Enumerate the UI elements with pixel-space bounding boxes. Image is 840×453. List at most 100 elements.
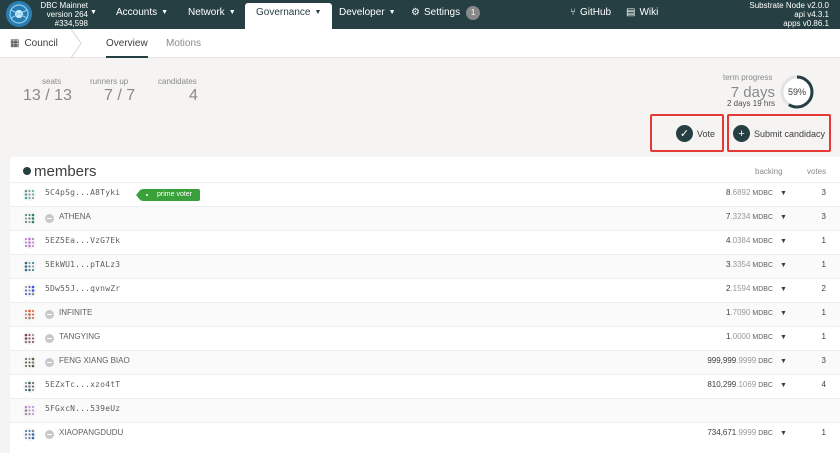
chain-logo[interactable] [6, 1, 32, 27]
balance-fraction: .7090 [730, 308, 751, 317]
votes-count: 4 [821, 380, 826, 389]
votes-count: 3 [821, 356, 826, 365]
account-address[interactable]: 5C4pSg...A8Tyki [45, 188, 120, 197]
identity-minus-icon [45, 310, 54, 319]
account-name[interactable]: ATHENA [59, 212, 91, 221]
identicon-icon[interactable] [23, 188, 36, 201]
nav-wiki-label: Wiki [639, 7, 659, 18]
backing-balance: 1.0000 MDBC [726, 332, 773, 341]
identicon-icon[interactable] [23, 284, 36, 297]
backing-expand-caret-icon[interactable]: ▼ [780, 214, 787, 221]
submit-candidacy-button[interactable]: + Submit candidacy [733, 125, 825, 142]
backing-expand-caret-icon[interactable]: ▼ [780, 262, 787, 269]
table-row: 5C4pSg...A8Tyki prime voter 8.6892 MDBC ▼ 3 [10, 182, 840, 206]
identicon-icon[interactable] [23, 404, 36, 417]
account-address[interactable]: 5FGxcN...539eUz [45, 404, 120, 413]
account-name[interactable]: XIAOPANGDUDU [59, 428, 123, 437]
identicon-icon[interactable] [23, 236, 36, 249]
balance-fraction: .1069 [736, 380, 757, 389]
nav-settings[interactable]: ⚙ Settings 1 [411, 0, 481, 29]
backing-expand-caret-icon[interactable]: ▼ [780, 430, 787, 437]
caret-down-icon: ▼ [161, 9, 169, 16]
backing-expand-caret-icon[interactable]: ▼ [780, 334, 787, 341]
identicon-icon[interactable] [23, 260, 36, 273]
account-address[interactable]: 5EZ5Ea...VzG7Ek [45, 236, 120, 245]
section-title: Council [24, 38, 58, 49]
account-name[interactable]: INFINITE [59, 308, 92, 317]
block-number: #334,598 [54, 19, 88, 28]
nav-wiki[interactable]: ▤ Wiki [626, 0, 658, 29]
vote-button[interactable]: ✓ Vote [676, 125, 715, 142]
identicon-icon[interactable] [23, 212, 36, 225]
identicon-icon[interactable] [23, 356, 36, 369]
identity-minus-icon [45, 358, 54, 367]
table-row: 5FGxcN...539eUz [10, 398, 840, 422]
backing-expand-caret-icon[interactable]: ▼ [780, 310, 787, 317]
nav-governance[interactable]: Governance ▼ [245, 3, 333, 29]
vote-button-label: Vote [697, 128, 716, 139]
apps-version: apps v0.86.1 [783, 19, 829, 28]
backing-expand-caret-icon[interactable]: ▼ [780, 238, 787, 245]
balance-whole: 734,671 [707, 428, 737, 437]
votes-count: 1 [821, 332, 826, 341]
nav-accounts-label: Accounts [116, 7, 158, 18]
seats-label: seats [42, 77, 62, 86]
backing-expand-caret-icon[interactable]: ▼ [780, 286, 787, 293]
votes-count: 1 [821, 260, 826, 269]
votes-count: 3 [821, 188, 826, 197]
backing-balance: 3.3354 MDBC [726, 260, 773, 269]
tab-overview[interactable]: Overview [106, 29, 148, 58]
table-row: XIAOPANGDUDU 734,671.9999 DBC ▼ 1 [10, 422, 840, 446]
backing-balance: 4.0384 MDBC [726, 236, 773, 245]
balance-whole: 999,999 [707, 356, 737, 365]
members-dot-icon [23, 167, 31, 175]
identicon-icon[interactable] [23, 428, 36, 441]
term-remaining: 2 days 19 hrs [726, 99, 775, 108]
members-title: members [34, 163, 97, 180]
node-version: Substrate Node v2.0.0 [749, 1, 829, 10]
book-icon: ▤ [626, 7, 636, 18]
balance-fraction: .0384 [730, 236, 751, 245]
balance-fraction: .3354 [730, 260, 751, 269]
nav-network[interactable]: Network ▼ [188, 0, 236, 29]
chain-caret-down-icon[interactable]: ▼ [90, 9, 97, 16]
nav-developer[interactable]: Developer ▼ [339, 0, 396, 29]
runners-up-value: 7 / 7 [104, 87, 136, 104]
identicon-icon[interactable] [23, 332, 36, 345]
backing-balance: 8.6892 MDBC [726, 188, 773, 197]
caret-down-icon: ▼ [388, 9, 396, 16]
nav-accounts[interactable]: Accounts ▼ [116, 0, 168, 29]
account-address[interactable]: 5EZxTc...xzo4tT [45, 380, 120, 389]
balance-unit: MDBC [750, 334, 773, 341]
balance-whole: 810,299 [707, 380, 737, 389]
backing-balance: 734,671.9999 DBC [707, 428, 773, 437]
members-table: members backing votes 5C4pSg...A8Tyki pri… [10, 157, 840, 453]
votes-count: 1 [821, 236, 826, 245]
identicon-icon[interactable] [23, 380, 36, 393]
nav-settings-label: Settings [423, 7, 461, 18]
account-address[interactable]: 5EkWU1...pTALz3 [45, 260, 120, 269]
backing-balance: 2.1594 MDBC [726, 284, 773, 293]
nav-github[interactable]: ⑂ GitHub [570, 0, 611, 29]
account-address[interactable]: 5Dw55J...qvnwZr [45, 284, 120, 293]
votes-count: 1 [821, 428, 826, 437]
votes-column-header: votes [807, 167, 827, 176]
backing-balance: 7.3234 MDBC [726, 212, 773, 221]
backing-expand-caret-icon[interactable]: ▼ [780, 382, 787, 389]
identicon-icon[interactable] [23, 308, 36, 321]
votes-count: 2 [821, 284, 826, 293]
backing-expand-caret-icon[interactable]: ▼ [780, 358, 787, 365]
plus-icon: + [733, 125, 750, 142]
account-name[interactable]: TANGYING [59, 332, 100, 341]
balance-unit: MDBC [750, 286, 773, 293]
tab-motions[interactable]: Motions [166, 29, 201, 58]
balance-unit: DBC [756, 430, 773, 437]
account-name[interactable]: FENG XIANG BIAO [59, 356, 130, 365]
chain-selector[interactable]: DBC Mainnet version 264 #334,598 [38, 1, 88, 28]
table-row: TANGYING 1.0000 MDBC ▼ 1 [10, 326, 840, 350]
backing-column-header: backing [755, 167, 783, 176]
backing-expand-caret-icon[interactable]: ▼ [780, 190, 787, 197]
table-row: 5EkWU1...pTALz3 3.3354 MDBC ▼ 1 [10, 254, 840, 278]
seats-value: 13 / 13 [23, 87, 72, 104]
term-progress-label: term progress [723, 73, 773, 82]
